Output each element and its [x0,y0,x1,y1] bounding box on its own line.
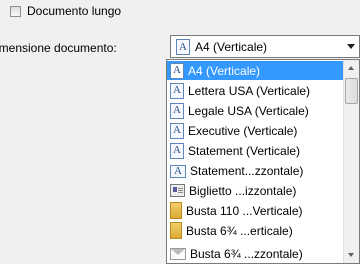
list-item-label: Lettera USA (Verticale) [188,83,311,98]
business-card-icon [170,184,185,197]
page-portrait-icon: A [176,39,190,55]
page-portrait-icon: A [170,122,184,139]
long-document-label: Documento lungo [27,4,122,18]
list-item-business-card-landscape[interactable]: Biglietto ...izzontale) [167,181,343,200]
long-document-checkbox[interactable] [10,5,21,17]
list-item-letter-portrait[interactable]: A Lettera USA (Verticale) [167,81,343,100]
list-item-envelope-634-landscape[interactable]: Busta 6¾ ...zzontale) [167,244,343,263]
page-portrait-icon: A [170,82,184,99]
list-item-label: A4 (Verticale) [188,63,261,78]
list-item-label: Busta 110 ...Verticale) [186,203,303,218]
envelope-portrait-icon [170,222,182,239]
document-size-label: imensione documento: [0,41,117,55]
scroll-up-arrow-icon[interactable] [344,60,359,76]
envelope-landscape-icon [170,247,186,260]
list-item-legal-portrait[interactable]: A Legale USA (Verticale) [167,101,343,120]
list-item-label: Legale USA (Verticale) [188,103,309,118]
list-item-label: Executive (Verticale) [188,123,298,138]
list-item-statement-landscape[interactable]: A Statement...zzontale) [167,161,343,180]
page-landscape-icon: A [170,164,186,178]
list-item-label: Busta 6¾ ...zzontale) [190,246,303,261]
envelope-portrait-icon [170,202,182,219]
scrollbar-thumb[interactable] [345,78,358,104]
document-size-selected-value: A4 (Verticale) [195,40,268,54]
list-item-label: Biglietto ...izzontale) [189,183,297,198]
page-portrait-icon: A [170,142,184,159]
dropdown-arrow-icon[interactable] [347,44,355,49]
list-scrollbar[interactable] [343,60,359,263]
long-document-checkbox-row[interactable]: Documento lungo [10,2,121,20]
list-item-envelope-634-portrait[interactable]: Busta 6¾ ...erticale) [167,221,343,240]
list-item-executive-portrait[interactable]: A Executive (Verticale) [167,121,343,140]
scroll-down-arrow-icon[interactable] [344,247,359,263]
page-portrait-icon: A [170,62,184,79]
list-item-envelope-110-portrait[interactable]: Busta 110 ...Verticale) [167,201,343,220]
page-portrait-icon: A [170,102,184,119]
list-item-label: Busta 6¾ ...erticale) [186,223,293,238]
list-item-statement-portrait[interactable]: A Statement (Verticale) [167,141,343,160]
document-size-combobox[interactable]: A A4 (Verticale) [170,35,360,58]
list-item-label: Statement...zzontale) [190,163,304,178]
list-item-label: Statement (Verticale) [188,143,301,158]
list-item-a4-portrait[interactable]: A A4 (Verticale) [167,61,343,80]
document-size-dropdown-list[interactable]: A A4 (Verticale) A Lettera USA (Vertical… [166,59,360,264]
